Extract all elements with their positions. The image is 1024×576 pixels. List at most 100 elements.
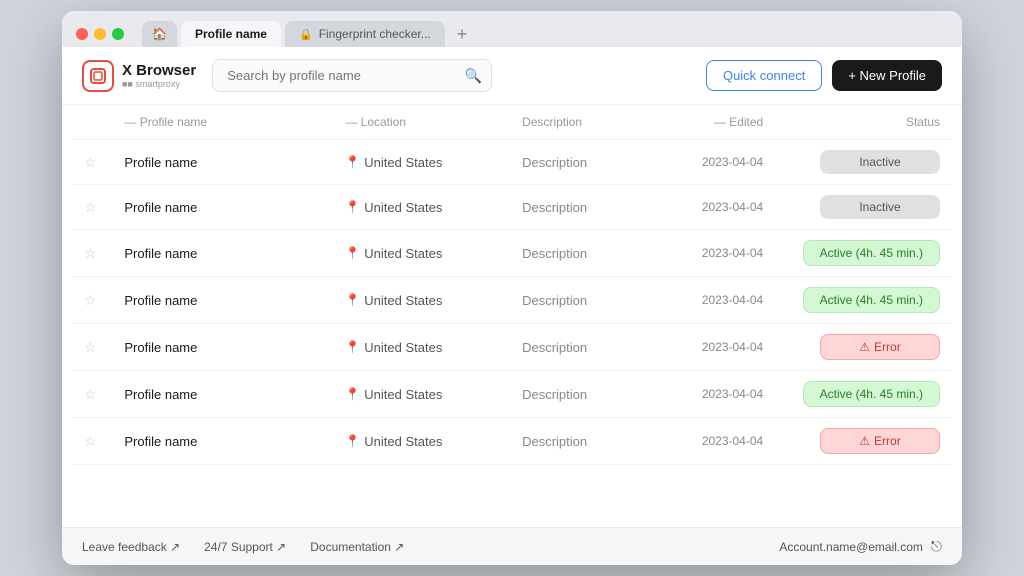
status-badge[interactable]: ⚠ Error bbox=[820, 334, 940, 360]
star-cell[interactable]: ☆ bbox=[72, 324, 112, 371]
edited-cell: 2023-04-04 bbox=[643, 277, 776, 324]
table-row: ☆Profile name📍United StatesDescription20… bbox=[72, 185, 952, 230]
search-input[interactable] bbox=[212, 59, 492, 92]
profile-name-cell[interactable]: Profile name bbox=[112, 324, 333, 371]
app-header: X Browser ■■ smartproxy 🔍 Quick connect … bbox=[62, 47, 962, 105]
profiles-table-container: — Profile name — Location Description — … bbox=[62, 105, 962, 465]
titlebar: 🏠 Profile name 🔒 Fingerprint checker... … bbox=[62, 11, 962, 47]
home-icon: 🏠 bbox=[152, 27, 167, 41]
docs-link[interactable]: Documentation ↗ bbox=[310, 540, 404, 554]
status-cell[interactable]: Active (4h. 45 min.) bbox=[775, 371, 952, 418]
pin-icon: 📍 bbox=[345, 246, 360, 260]
star-cell[interactable]: ☆ bbox=[72, 277, 112, 324]
col-name-label: — Profile name bbox=[124, 115, 207, 129]
status-badge[interactable]: ⚠ Error bbox=[820, 428, 940, 454]
table-row: ☆Profile name📍United StatesDescription20… bbox=[72, 230, 952, 277]
table-row: ☆Profile name📍United StatesDescription20… bbox=[72, 324, 952, 371]
status-badge[interactable]: Inactive bbox=[820, 150, 940, 174]
location-cell: 📍 United States bbox=[333, 185, 510, 230]
new-profile-button[interactable]: + New Profile bbox=[832, 60, 942, 91]
profile-name-cell[interactable]: Profile name bbox=[112, 230, 333, 277]
col-location[interactable]: — Location bbox=[333, 105, 510, 140]
edited-cell: 2023-04-04 bbox=[643, 324, 776, 371]
status-cell[interactable]: Inactive bbox=[775, 140, 952, 185]
pin-icon: 📍 bbox=[345, 200, 360, 214]
header-actions: Quick connect + New Profile bbox=[706, 60, 942, 91]
edited-cell: 2023-04-04 bbox=[643, 230, 776, 277]
location-text: United States bbox=[364, 246, 442, 261]
fingerprint-icon: 🔒 bbox=[299, 28, 313, 41]
star-cell[interactable]: ☆ bbox=[72, 418, 112, 465]
location-cell: 📍 United States bbox=[333, 371, 510, 418]
location-text: United States bbox=[364, 387, 442, 402]
location-text: United States bbox=[364, 434, 442, 449]
pin-icon: 📍 bbox=[345, 434, 360, 448]
table-row: ☆Profile name📍United StatesDescription20… bbox=[72, 371, 952, 418]
profile-name-cell[interactable]: Profile name bbox=[112, 418, 333, 465]
pin-icon: 📍 bbox=[345, 387, 360, 401]
star-cell[interactable]: ☆ bbox=[72, 371, 112, 418]
profile-name-cell[interactable]: Profile name bbox=[112, 140, 333, 185]
status-badge[interactable]: Inactive bbox=[820, 195, 940, 219]
app-name: X Browser bbox=[122, 62, 196, 79]
add-tab-button[interactable]: + bbox=[449, 21, 476, 47]
status-cell[interactable]: ⚠ Error bbox=[775, 324, 952, 371]
window-controls bbox=[76, 28, 124, 40]
col-status-label: Status bbox=[906, 115, 940, 129]
profile-name-cell[interactable]: Profile name bbox=[112, 277, 333, 324]
app-sub: ■■ smartproxy bbox=[122, 79, 196, 89]
close-button[interactable] bbox=[76, 28, 88, 40]
status-cell[interactable]: ⚠ Error bbox=[775, 418, 952, 465]
location-text: United States bbox=[364, 200, 442, 215]
col-star bbox=[72, 105, 112, 140]
account-email: Account.name@email.com bbox=[779, 540, 923, 554]
description-cell: Description bbox=[510, 371, 643, 418]
error-icon: ⚠ bbox=[859, 434, 870, 448]
status-badge[interactable]: Active (4h. 45 min.) bbox=[803, 240, 940, 266]
minimize-button[interactable] bbox=[94, 28, 106, 40]
description-cell: Description bbox=[510, 418, 643, 465]
location-text: United States bbox=[364, 340, 442, 355]
logo: X Browser ■■ smartproxy bbox=[82, 60, 196, 92]
col-edited-label: — Edited bbox=[714, 115, 763, 129]
edited-cell: 2023-04-04 bbox=[643, 140, 776, 185]
logo-text: X Browser ■■ smartproxy bbox=[122, 62, 196, 89]
location-cell: 📍United States bbox=[333, 140, 510, 185]
edited-cell: 2023-04-04 bbox=[643, 418, 776, 465]
star-cell[interactable]: ☆ bbox=[72, 230, 112, 277]
table-body: ☆Profile name📍United StatesDescription20… bbox=[72, 140, 952, 465]
edited-cell: 2023-04-04 bbox=[643, 185, 776, 230]
tab-home[interactable]: 🏠 bbox=[142, 21, 177, 47]
profiles-table: — Profile name — Location Description — … bbox=[72, 105, 952, 465]
tab-profile[interactable]: Profile name bbox=[181, 21, 281, 47]
support-link[interactable]: 24/7 Support ↗ bbox=[204, 540, 286, 554]
location-cell: 📍United States bbox=[333, 324, 510, 371]
profile-name-cell[interactable]: Profile name bbox=[112, 371, 333, 418]
quick-connect-button[interactable]: Quick connect bbox=[706, 60, 822, 91]
feedback-link[interactable]: Leave feedback ↗ bbox=[82, 540, 180, 554]
status-badge[interactable]: Active (4h. 45 min.) bbox=[803, 381, 940, 407]
status-badge[interactable]: Active (4h. 45 min.) bbox=[803, 287, 940, 313]
tab-bar: 🏠 Profile name 🔒 Fingerprint checker... … bbox=[142, 21, 475, 47]
col-name[interactable]: — Profile name bbox=[112, 105, 333, 140]
pin-icon: 📍 bbox=[345, 293, 360, 307]
status-cell[interactable]: Inactive bbox=[775, 185, 952, 230]
status-cell[interactable]: Active (4h. 45 min.) bbox=[775, 277, 952, 324]
tab-fingerprint[interactable]: 🔒 Fingerprint checker... bbox=[285, 21, 445, 47]
description-cell: Description bbox=[510, 277, 643, 324]
star-cell[interactable]: ☆ bbox=[72, 140, 112, 185]
logout-icon[interactable]: ⎋ bbox=[931, 538, 942, 555]
col-status: Status bbox=[775, 105, 952, 140]
status-cell[interactable]: Active (4h. 45 min.) bbox=[775, 230, 952, 277]
col-desc-label: Description bbox=[522, 115, 582, 129]
search-bar: 🔍 bbox=[212, 59, 492, 92]
logo-icon bbox=[82, 60, 114, 92]
location-text: United States bbox=[364, 293, 442, 308]
star-cell[interactable]: ☆ bbox=[72, 185, 112, 230]
col-location-label: — Location bbox=[345, 115, 406, 129]
profile-name-cell[interactable]: Profile name bbox=[112, 185, 333, 230]
location-cell: 📍 United States bbox=[333, 418, 510, 465]
col-edited[interactable]: — Edited bbox=[643, 105, 776, 140]
maximize-button[interactable] bbox=[112, 28, 124, 40]
tab-profile-label: Profile name bbox=[195, 27, 267, 41]
